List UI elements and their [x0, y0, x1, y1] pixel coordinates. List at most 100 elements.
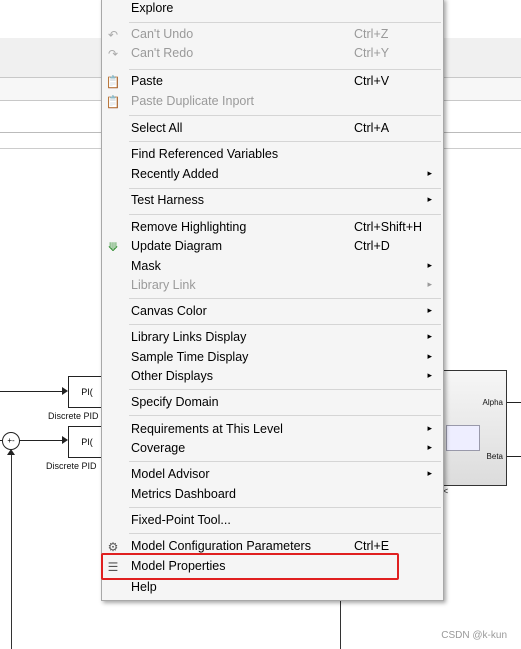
context-menu: Explore ↶ Can't Undo Ctrl+Z ↷ Can't Redo Ctrl+… [101, 0, 444, 601]
menu-item-select-all[interactable]: Select All Ctrl+A [102, 120, 443, 139]
menu-item-mask[interactable]: Mask ▸ [102, 258, 443, 277]
menu-item-other-displays[interactable]: Other Displays ▸ [102, 368, 443, 387]
menu-item-recently-added[interactable]: Recently Added ▸ [102, 166, 443, 185]
menu-item-label: Other Displays [131, 369, 213, 383]
submenu-arrow-icon: ▸ [427, 279, 432, 289]
menu-item-test-harness[interactable]: Test Harness ▸ [102, 192, 443, 211]
menu-separator [129, 214, 441, 215]
menu-separator [129, 69, 441, 70]
block-label: PI( [81, 437, 93, 447]
menu-item-label: Metrics Dashboard [131, 487, 236, 501]
annotation-highlight-box [101, 553, 399, 580]
menu-separator [129, 389, 441, 390]
menu-item-sample-time-display[interactable]: Sample Time Display ▸ [102, 349, 443, 368]
menu-item-label: Explore [131, 1, 174, 15]
menu-item-shortcut: Ctrl+E [354, 539, 390, 553]
menu-item-metrics-dashboard[interactable]: Metrics Dashboard [102, 486, 443, 505]
menu-item-coverage[interactable]: Coverage ▸ [102, 440, 443, 459]
menu-item-paste-duplicate-inport[interactable]: 📋 Paste Duplicate Inport [102, 93, 443, 112]
feedback-line [11, 453, 12, 649]
menu-separator [129, 324, 441, 325]
submenu-arrow-icon: ▸ [427, 194, 432, 204]
watermark: CSDN @k-kun [441, 630, 507, 641]
menu-item-model-advisor[interactable]: Model Advisor ▸ [102, 466, 443, 485]
block-caption: Discrete PID [48, 411, 99, 421]
signal-line [0, 391, 66, 392]
menu-item-remove-highlighting[interactable]: Remove Highlighting Ctrl+Shift+H [102, 219, 443, 238]
menu-item-update-diagram[interactable]: ⟱ Update Diagram Ctrl+D [102, 238, 443, 257]
menu-item-shortcut: Ctrl+A [354, 121, 390, 135]
menu-item-label: Recently Added [131, 167, 219, 181]
menu-separator [129, 22, 441, 23]
menu-item-label: Requirements at This Level [131, 422, 283, 436]
menu-item-help[interactable]: Help [102, 579, 443, 598]
sum-block[interactable]: +- [2, 432, 20, 450]
submenu-arrow-icon: ▸ [427, 331, 432, 341]
menu-item-library-links-display[interactable]: Library Links Display ▸ [102, 329, 443, 348]
menu-item-fixed-point-tool[interactable]: Fixed-Point Tool... [102, 512, 443, 531]
subsystem-graphic [446, 425, 480, 451]
menu-item-label: Library Links Display [131, 330, 247, 344]
menu-item-find-referenced-variables[interactable]: Find Referenced Variables [102, 146, 443, 165]
menu-item-shortcut: Ctrl+Y [354, 46, 390, 60]
block-label: PI( [81, 387, 93, 397]
menu-item-paste[interactable]: 📋 Paste Ctrl+V [102, 73, 443, 92]
menu-separator [129, 188, 441, 189]
signal-line [505, 402, 521, 403]
menu-item-label: Update Diagram [131, 239, 223, 253]
menu-item-canvas-color[interactable]: Canvas Color ▸ [102, 303, 443, 322]
menu-item-label: Mask [131, 259, 161, 273]
menu-item-shortcut: Ctrl+Shift+H [354, 220, 423, 234]
undo-icon: ↶ [107, 28, 119, 42]
menu-item-can-t-redo[interactable]: ↷ Can't Redo Ctrl+Y [102, 45, 443, 64]
menu-item-specify-domain[interactable]: Specify Domain [102, 394, 443, 413]
port-label-alpha: Alpha [482, 398, 503, 407]
block-caption: Discrete PID [46, 461, 97, 471]
menu-separator [129, 298, 441, 299]
menu-item-label: Coverage [131, 441, 186, 455]
subsystem-block[interactable]: Alpha Beta [441, 370, 507, 486]
menu-item-label: Remove Highlighting [131, 220, 247, 234]
menu-item-shortcut: Ctrl+D [354, 239, 390, 253]
port-label-beta: Beta [486, 452, 503, 461]
menu-item-label: Canvas Color [131, 304, 207, 318]
signal-line-vertical [340, 598, 341, 649]
menu-item-label: Model Advisor [131, 467, 210, 481]
menu-item-label: Fixed-Point Tool... [131, 513, 231, 527]
menu-item-label: Paste Duplicate Inport [131, 94, 254, 108]
submenu-arrow-icon: ▸ [427, 305, 432, 315]
menu-item-label: Specify Domain [131, 395, 219, 409]
submenu-arrow-icon: ▸ [427, 168, 432, 178]
menu-item-library-link[interactable]: Library Link ▸ [102, 277, 443, 296]
menu-separator [129, 415, 441, 416]
menu-item-explore[interactable]: Explore [102, 0, 443, 19]
menu-item-requirements-at-this-level[interactable]: Requirements at This Level ▸ [102, 421, 443, 440]
menu-separator [129, 461, 441, 462]
menu-item-label: Select All [131, 121, 183, 135]
menu-item-label: Help [131, 580, 157, 594]
paste-duplicate-icon: 📋 [105, 95, 121, 109]
update-diagram-icon: ⟱ [107, 240, 119, 254]
menu-separator [129, 533, 441, 534]
menu-item-label: Model Configuration Parameters [131, 539, 311, 553]
menu-separator [129, 507, 441, 508]
signal-line [505, 456, 521, 457]
menu-item-can-t-undo[interactable]: ↶ Can't Undo Ctrl+Z [102, 26, 443, 45]
submenu-arrow-icon: ▸ [427, 351, 432, 361]
submenu-arrow-icon: ▸ [427, 260, 432, 270]
submenu-arrow-icon: ▸ [427, 442, 432, 452]
redo-icon: ↷ [107, 47, 119, 61]
menu-item-label: Test Harness [131, 193, 204, 207]
submenu-arrow-icon: ▸ [427, 423, 432, 433]
menu-item-shortcut: Ctrl+Z [354, 27, 389, 41]
menu-separator [129, 115, 441, 116]
menu-item-shortcut: Ctrl+V [354, 74, 390, 88]
menu-item-label: Can't Redo [131, 46, 194, 60]
signal-line [19, 440, 66, 441]
submenu-arrow-icon: ▸ [427, 468, 432, 478]
submenu-arrow-icon: ▸ [427, 370, 432, 380]
menu-item-label: Can't Undo [131, 27, 194, 41]
menu-item-label: Library Link [131, 278, 196, 292]
menu-separator [129, 141, 441, 142]
menu-item-label: Paste [131, 74, 163, 88]
